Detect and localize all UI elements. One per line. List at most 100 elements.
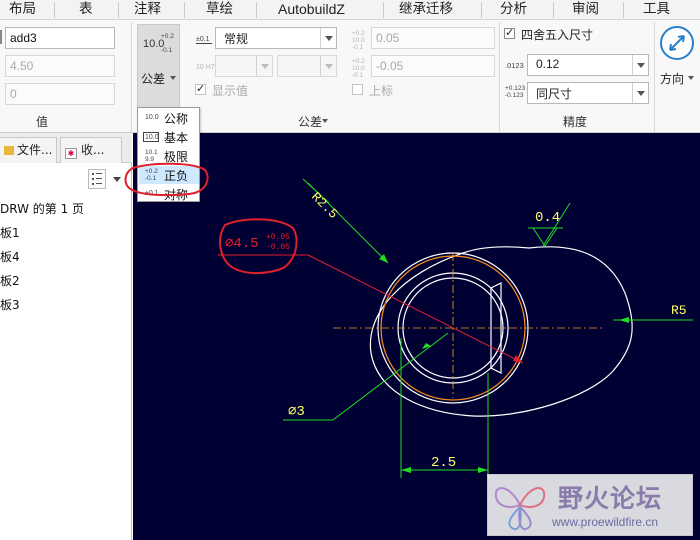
dim-25-text[interactable]: 2.5 bbox=[431, 455, 456, 471]
menu-separator bbox=[118, 2, 119, 18]
superscript-label: 上标 bbox=[369, 84, 394, 98]
tree-item-board3[interactable]: 板3 bbox=[0, 296, 20, 313]
dim-r25-text[interactable]: R2.5 bbox=[308, 189, 341, 222]
lower-tolerance-field[interactable]: -0.05 bbox=[371, 55, 495, 77]
tol-decimal-icon-top: +0.123 bbox=[505, 85, 526, 92]
hole-class-select[interactable] bbox=[215, 55, 273, 77]
precision-group-label: 精度 bbox=[562, 115, 587, 129]
menu-separator bbox=[553, 2, 554, 18]
tab-favorites-label: 收... bbox=[81, 143, 105, 157]
dim-phi45-lower[interactable]: -0.05 bbox=[266, 243, 290, 252]
show-value-label: 显示值 bbox=[212, 84, 249, 98]
menu-annotate[interactable]: 注释 bbox=[134, 0, 161, 20]
tolerance-button[interactable]: +0.2 10.0 -0.1 公差 bbox=[137, 24, 180, 110]
menu-separator bbox=[54, 2, 55, 18]
hole-class-icon: 10 H7 bbox=[196, 64, 215, 71]
upper-tolerance-field[interactable]: 0.05 bbox=[371, 27, 495, 49]
direction-arrow-icon bbox=[669, 35, 685, 51]
r5-arrowhead bbox=[619, 317, 629, 323]
menu-tools[interactable]: 工具 bbox=[643, 0, 670, 20]
dim-phi45-upper[interactable]: +0.05 bbox=[266, 233, 290, 242]
chevron-down-icon bbox=[320, 28, 336, 48]
direction-button[interactable] bbox=[660, 26, 694, 60]
dim-r5-text[interactable]: R5 bbox=[671, 303, 687, 318]
panel-tabs: 文件... ✱ 收... bbox=[0, 133, 132, 163]
chevron-down-icon[interactable] bbox=[688, 76, 694, 80]
menu-item-nominal-label: 公称 bbox=[164, 112, 189, 126]
menu-separator bbox=[383, 2, 384, 18]
tolerance-decimal-value: 同尺寸 bbox=[536, 87, 573, 101]
tree-item-board2[interactable]: 板2 bbox=[0, 272, 20, 289]
chevron-down-icon[interactable] bbox=[113, 177, 121, 182]
basic-icon: 10.0 bbox=[143, 132, 159, 142]
direction-label: 方向 bbox=[660, 72, 685, 86]
tree-item-board4[interactable]: 板4 bbox=[0, 248, 20, 265]
group-separator bbox=[654, 22, 655, 132]
dim-04-text[interactable]: 0.4 bbox=[535, 210, 560, 226]
round-dimension-label: 四舍五入尺寸 bbox=[521, 28, 594, 42]
nominal-icon: 10.0 bbox=[145, 114, 159, 121]
chevron-down-icon[interactable] bbox=[322, 119, 328, 123]
menu-table[interactable]: 表 bbox=[79, 0, 93, 20]
round-dimension-checkbox[interactable] bbox=[504, 26, 515, 39]
decimal-places-value: 0.12 bbox=[536, 57, 560, 71]
phi3-arrowhead bbox=[422, 343, 431, 349]
chevron-down-icon bbox=[632, 55, 648, 75]
shaft-class-select[interactable] bbox=[277, 55, 337, 77]
menu-item-nominal[interactable]: 10.0 公称 bbox=[139, 109, 199, 127]
upper-tol-icon-bottom: -0.1 bbox=[352, 44, 364, 51]
fit-icon: ±0.1 bbox=[196, 36, 212, 44]
value-group-label: 值 bbox=[35, 115, 48, 129]
folder-icon bbox=[4, 146, 14, 155]
menu-separator bbox=[623, 2, 624, 18]
selection-annotation bbox=[124, 162, 209, 197]
menu-item-basic-label: 基本 bbox=[164, 131, 189, 145]
forum-watermark: 野火论坛 www.proewildfire.cn bbox=[487, 474, 693, 536]
watermark-title: 野火论坛 bbox=[558, 484, 663, 513]
menu-separator bbox=[256, 2, 257, 18]
show-value-checkbox[interactable] bbox=[195, 82, 206, 95]
menu-layout[interactable]: 布局 bbox=[9, 0, 36, 20]
tree-item-board1[interactable]: 板1 bbox=[0, 224, 20, 241]
tree-item-sheet[interactable]: DRW 的第 1 页 bbox=[0, 200, 84, 217]
menu-separator bbox=[184, 2, 185, 18]
tolerance-button-label: 公差 bbox=[141, 72, 166, 86]
dim25-arrow-left bbox=[401, 467, 411, 473]
dimension-name-field[interactable]: add3 bbox=[5, 27, 115, 49]
menu-analysis[interactable]: 分析 bbox=[500, 0, 527, 20]
tolerance-fit-select[interactable]: 常规 bbox=[215, 27, 337, 49]
menu-separator bbox=[481, 2, 482, 18]
menu-sketch[interactable]: 草绘 bbox=[206, 0, 233, 20]
menu-inheritance[interactable]: 继承迁移 bbox=[399, 0, 453, 20]
chevron-down-icon bbox=[632, 83, 648, 103]
lower-tol-icon-top: +0.2 bbox=[352, 58, 365, 65]
lower-tol-icon-mid: 10.0 bbox=[352, 65, 365, 72]
chevron-down-icon bbox=[320, 56, 336, 76]
menu-autobuildz[interactable]: AutobuildZ bbox=[278, 0, 345, 20]
group-separator bbox=[499, 22, 500, 132]
nominal-value-field[interactable]: 4.50 bbox=[5, 55, 115, 77]
menu-item-basic[interactable]: 10.0 基本 bbox=[139, 128, 199, 146]
tab-favorites[interactable]: ✱ 收... bbox=[60, 137, 122, 163]
dim25-arrow-right bbox=[478, 467, 488, 473]
tolerance-decimal-select[interactable]: 同尺寸 bbox=[527, 82, 649, 104]
lower-tol-icon-bottom: -0.1 bbox=[352, 72, 364, 79]
dim-phi3-text[interactable]: ∅3 bbox=[288, 404, 305, 420]
decimal-places-icon: .0123 bbox=[505, 61, 524, 70]
upper-tol-icon-top: +0.2 bbox=[352, 30, 365, 37]
tolerance-icon-lower: -0.1 bbox=[161, 47, 173, 54]
tab-files[interactable]: 文件... bbox=[0, 137, 57, 163]
model-tree-panel: 文件... ✱ 收... DRW 的第 1 页 板1 板4 板2 板3 bbox=[0, 133, 132, 540]
decimal-places-field[interactable]: 0 bbox=[5, 83, 115, 105]
favorites-icon: ✱ bbox=[65, 148, 77, 159]
butterfly-logo-icon bbox=[494, 487, 546, 531]
dim-phi45-text[interactable]: ∅4.5 bbox=[225, 236, 259, 252]
decimal-places-select[interactable]: 0.12 bbox=[527, 54, 649, 76]
group-separator bbox=[131, 22, 132, 132]
chevron-down-icon bbox=[170, 76, 176, 80]
menu-bar: 布局 表 注释 草绘 AutobuildZ 继承迁移 分析 审阅 工具 bbox=[0, 0, 700, 20]
upper-tol-icon-mid: 10.0 bbox=[352, 37, 365, 44]
tree-filter-icon[interactable] bbox=[88, 169, 106, 189]
menu-review[interactable]: 审阅 bbox=[572, 0, 599, 20]
superscript-checkbox[interactable] bbox=[352, 84, 363, 95]
